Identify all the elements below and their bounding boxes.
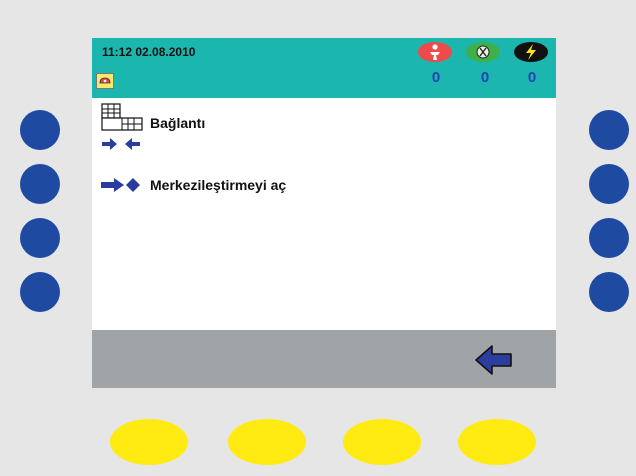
bottom-softkey-2[interactable] bbox=[228, 419, 306, 465]
menu-label-open-centering: Merkezileştirmeyi aç bbox=[150, 177, 287, 193]
left-softkey-2[interactable] bbox=[20, 164, 60, 204]
footer-bar bbox=[92, 330, 556, 388]
display-screen: 11:12 02.08.2010 0 0 0 Bağlantı Merkezil… bbox=[92, 38, 556, 388]
connection-icon bbox=[100, 102, 144, 152]
patient-icon bbox=[418, 42, 452, 62]
bottom-softkey-1[interactable] bbox=[110, 419, 188, 465]
left-softkey-4[interactable] bbox=[20, 272, 60, 312]
right-softkey-3[interactable] bbox=[589, 218, 629, 258]
sensor-icon bbox=[466, 42, 500, 62]
mode-icon bbox=[96, 73, 114, 89]
left-softkey-1[interactable] bbox=[20, 110, 60, 150]
menu-item-connection[interactable]: Bağlantı bbox=[100, 102, 205, 152]
left-softkey-3[interactable] bbox=[20, 218, 60, 258]
back-arrow-icon[interactable] bbox=[474, 343, 514, 382]
centering-icon bbox=[100, 176, 144, 194]
status-header: 11:12 02.08.2010 0 0 0 bbox=[92, 38, 556, 98]
sensor-counter: 0 bbox=[480, 69, 490, 86]
power-counter: 0 bbox=[527, 69, 537, 86]
power-icon bbox=[514, 42, 548, 62]
datetime-label: 11:12 02.08.2010 bbox=[102, 45, 196, 59]
menu-label-connection: Bağlantı bbox=[150, 115, 206, 131]
device-panel: 11:12 02.08.2010 0 0 0 Bağlantı Merkezil… bbox=[0, 0, 636, 476]
right-softkey-4[interactable] bbox=[589, 272, 629, 312]
bottom-softkey-4[interactable] bbox=[458, 419, 536, 465]
menu-item-open-centering[interactable]: Merkezileştirmeyi aç bbox=[100, 176, 286, 194]
right-softkey-2[interactable] bbox=[589, 164, 629, 204]
bottom-softkey-3[interactable] bbox=[343, 419, 421, 465]
right-softkey-1[interactable] bbox=[589, 110, 629, 150]
patient-counter: 0 bbox=[431, 69, 441, 86]
